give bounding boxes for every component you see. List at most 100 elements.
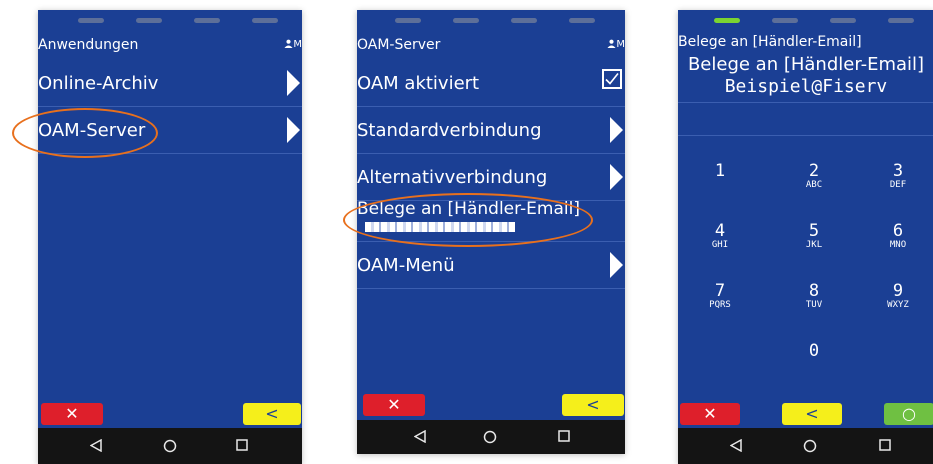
menu-item-online-archiv[interactable]: Online-Archiv bbox=[38, 60, 302, 107]
key-letters: ABC bbox=[805, 180, 823, 190]
nav-home-icon[interactable] bbox=[163, 439, 177, 453]
close-icon: ✕ bbox=[703, 404, 717, 423]
screen-anwendungen: Anwendungen M Online-Archiv OAM-Server ✕… bbox=[38, 10, 302, 464]
key-2[interactable]: 2 ABC bbox=[774, 162, 854, 202]
key-digit: 8 bbox=[808, 281, 820, 301]
menu-item-label: Online-Archiv bbox=[38, 73, 159, 94]
email-input-value[interactable]: Beispiel@Fiserv bbox=[678, 76, 933, 97]
highlight-ellipse-oam-server bbox=[12, 108, 158, 158]
android-nav-bar bbox=[357, 420, 625, 454]
key-letters: DEF bbox=[889, 180, 907, 190]
user-icon bbox=[607, 39, 616, 48]
key-9[interactable]: 9 WXYZ bbox=[858, 282, 933, 322]
header: OAM-Server M bbox=[357, 34, 625, 56]
nav-recents-icon[interactable] bbox=[236, 439, 248, 451]
page-dot bbox=[136, 18, 162, 23]
close-icon: ✕ bbox=[65, 404, 79, 423]
key-digit: 0 bbox=[808, 341, 820, 361]
chevron-right-icon bbox=[610, 164, 623, 190]
user-indicator: M bbox=[284, 39, 302, 50]
circle-icon: ○ bbox=[902, 404, 916, 423]
chevron-right-icon bbox=[287, 117, 300, 143]
key-digit: 7 bbox=[714, 281, 726, 301]
back-button[interactable]: < bbox=[562, 394, 624, 416]
cancel-button[interactable]: ✕ bbox=[363, 394, 425, 416]
nav-back-icon[interactable] bbox=[90, 439, 102, 452]
key-8[interactable]: 8 TUV bbox=[774, 282, 854, 322]
highlight-ellipse-belege bbox=[343, 193, 593, 247]
key-digit: 9 bbox=[892, 281, 904, 301]
header-title: Belege an [Händler-Email] bbox=[678, 34, 862, 50]
chevron-left-icon: < bbox=[586, 395, 600, 414]
checkbox[interactable] bbox=[602, 69, 622, 89]
key-digit: 4 bbox=[714, 221, 726, 241]
key-letters: PQRS bbox=[709, 300, 731, 310]
android-nav-bar bbox=[38, 428, 302, 464]
divider bbox=[678, 135, 933, 136]
menu-item-label: Standardverbindung bbox=[357, 120, 542, 141]
close-icon: ✕ bbox=[387, 395, 401, 414]
nav-recents-icon[interactable] bbox=[558, 430, 570, 442]
menu-item-oam-menu[interactable]: OAM-Menü bbox=[357, 242, 625, 289]
key-letters: WXYZ bbox=[887, 300, 909, 310]
page-dot bbox=[772, 18, 798, 23]
key-6[interactable]: 6 MNO bbox=[858, 222, 933, 262]
user-icon bbox=[284, 39, 293, 48]
key-letters: MNO bbox=[889, 240, 907, 250]
key-digit: 2 bbox=[808, 161, 820, 181]
key-5[interactable]: 5 JKL bbox=[774, 222, 854, 262]
nav-recents-icon[interactable] bbox=[879, 439, 891, 451]
page-indicator bbox=[678, 18, 933, 24]
key-4[interactable]: 4 GHI bbox=[680, 222, 760, 262]
key-7[interactable]: 7 PQRS bbox=[680, 282, 760, 322]
key-letters: GHI bbox=[711, 240, 729, 250]
cancel-button[interactable]: ✕ bbox=[41, 403, 103, 425]
key-0[interactable]: 0 bbox=[774, 342, 854, 382]
key-letters: TUV bbox=[805, 300, 823, 310]
header-title: Anwendungen bbox=[38, 37, 139, 53]
ok-button[interactable]: ○ bbox=[884, 403, 933, 425]
page-indicator bbox=[357, 18, 625, 24]
user-indicator: M bbox=[607, 39, 625, 50]
page-dot bbox=[569, 18, 595, 23]
page-dot bbox=[830, 18, 856, 23]
page-dot bbox=[888, 18, 914, 23]
nav-back-icon[interactable] bbox=[730, 439, 742, 452]
page-dot bbox=[78, 18, 104, 23]
header: Anwendungen M bbox=[38, 34, 302, 56]
menu-item-label: OAM aktiviert bbox=[357, 73, 480, 94]
key-digit: 3 bbox=[892, 161, 904, 181]
menu-item-label: Alternativverbindung bbox=[357, 167, 548, 188]
nav-home-icon[interactable] bbox=[803, 439, 817, 453]
input-prompt: Belege an [Händler-Email] bbox=[687, 54, 925, 75]
key-3[interactable]: 3 DEF bbox=[858, 162, 933, 202]
page-dot bbox=[194, 18, 220, 23]
user-label: M bbox=[616, 39, 625, 50]
page-dot bbox=[511, 18, 537, 23]
page-dot bbox=[453, 18, 479, 23]
chevron-right-icon bbox=[610, 252, 623, 278]
key-1[interactable]: 1 bbox=[680, 162, 760, 202]
nav-back-icon[interactable] bbox=[414, 430, 426, 443]
user-label: M bbox=[293, 39, 302, 50]
checkmark-icon bbox=[605, 73, 619, 85]
chevron-left-icon: < bbox=[805, 404, 819, 423]
menu-item-label: OAM-Menü bbox=[357, 255, 455, 276]
key-digit: 6 bbox=[892, 221, 904, 241]
chevron-right-icon bbox=[287, 70, 300, 96]
menu-item-standardverbindung[interactable]: Standardverbindung bbox=[357, 107, 625, 154]
key-digit: 1 bbox=[714, 161, 726, 181]
screen-email-entry: Belege an [Händler-Email] Belege an [Hän… bbox=[678, 10, 933, 464]
page-indicator bbox=[38, 18, 302, 24]
back-button[interactable]: < bbox=[782, 403, 842, 425]
divider bbox=[678, 102, 933, 103]
menu-item-oam-aktiviert[interactable]: OAM aktiviert bbox=[357, 60, 625, 107]
back-button[interactable]: < bbox=[243, 403, 301, 425]
page-dot bbox=[252, 18, 278, 23]
header-title: OAM-Server bbox=[357, 37, 441, 53]
cancel-button[interactable]: ✕ bbox=[680, 403, 740, 425]
nav-home-icon[interactable] bbox=[483, 430, 497, 444]
key-digit: 5 bbox=[808, 221, 820, 241]
key-letters: JKL bbox=[805, 240, 823, 250]
android-nav-bar bbox=[678, 428, 933, 464]
